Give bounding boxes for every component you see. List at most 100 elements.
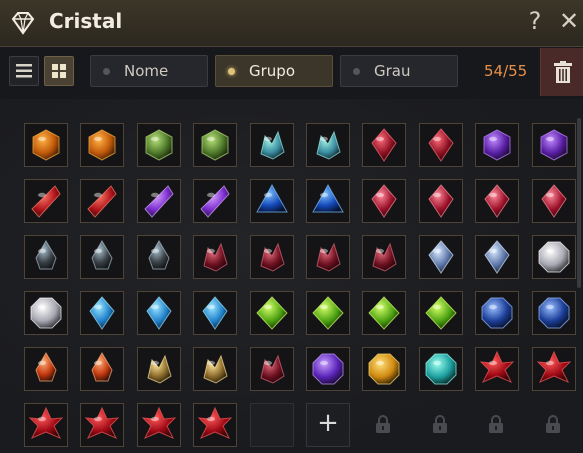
filter-label: Grupo <box>249 62 295 80</box>
gem-slot[interactable] <box>306 179 350 223</box>
gem-slot[interactable] <box>362 347 406 391</box>
gem-slot[interactable] <box>250 235 294 279</box>
list-icon <box>16 64 32 78</box>
crimson-flower-gem-icon <box>536 350 572 383</box>
gem-slot[interactable] <box>419 235 463 279</box>
gem-slot[interactable] <box>532 179 576 223</box>
filter-grau-button[interactable]: Grau <box>340 55 458 87</box>
list-view-button[interactable] <box>9 56 39 86</box>
gold-cluster-gem-icon <box>147 354 172 384</box>
gem-slot[interactable] <box>137 235 181 279</box>
radio-dot <box>103 68 110 75</box>
locked-slot <box>532 403 576 447</box>
gem-slot[interactable] <box>306 347 350 391</box>
gem-slot[interactable] <box>419 347 463 391</box>
grid-icon <box>52 64 66 78</box>
filter-label: Nome <box>124 62 169 80</box>
gem-slot[interactable] <box>532 347 576 391</box>
gem-slot[interactable] <box>419 123 463 167</box>
grid-view-button[interactable] <box>44 56 74 86</box>
gem-slot[interactable] <box>250 123 294 167</box>
gem-slot[interactable] <box>475 123 519 167</box>
gem-slot[interactable] <box>137 123 181 167</box>
filter-nome-button[interactable]: Nome <box>90 55 208 87</box>
plus-icon: + <box>317 408 339 438</box>
gem-slot[interactable] <box>362 123 406 167</box>
gem-slot[interactable] <box>362 179 406 223</box>
dark-gray-drop-gem-icon <box>148 240 170 270</box>
gem-slot[interactable] <box>24 123 68 167</box>
trash-button[interactable] <box>540 48 583 96</box>
toolbar: Nome Grupo Grau 54/55 <box>0 47 583 99</box>
help-button[interactable]: ? <box>524 7 546 37</box>
gem-slot[interactable] <box>193 291 237 335</box>
gem-slot[interactable] <box>24 235 68 279</box>
garnet-red-gem-icon <box>541 184 567 218</box>
lock-icon <box>489 415 503 433</box>
gem-slot[interactable] <box>137 291 181 335</box>
empty-slot[interactable] <box>250 403 294 447</box>
radio-dot <box>353 68 360 75</box>
gem-slot[interactable] <box>80 291 124 335</box>
gem-slot[interactable] <box>137 179 181 223</box>
violet-orb-gem-icon <box>312 353 344 385</box>
pale-blue-gem-icon <box>428 240 454 274</box>
gem-slot[interactable] <box>419 291 463 335</box>
gem-slot[interactable] <box>193 347 237 391</box>
gem-slot[interactable] <box>80 347 124 391</box>
amethyst-purple-gem-icon <box>540 129 568 161</box>
lock-icon <box>376 415 390 433</box>
gem-slot[interactable] <box>306 123 350 167</box>
inventory-grid: + <box>0 100 583 453</box>
trash-icon <box>553 61 572 83</box>
ruby-red-gem-icon <box>428 128 454 162</box>
dark-gray-drop-gem-icon <box>35 240 57 270</box>
gem-slot[interactable] <box>24 291 68 335</box>
garnet-red-gem-icon <box>428 184 454 218</box>
gem-slot[interactable] <box>193 403 237 447</box>
gem-slot[interactable] <box>250 347 294 391</box>
aqua-round-gem-icon <box>425 353 457 385</box>
close-button[interactable]: ✕ <box>556 7 582 37</box>
ruby-red-gem-icon <box>371 128 397 162</box>
add-slot-button[interactable]: + <box>306 403 350 447</box>
gem-slot[interactable] <box>532 235 576 279</box>
gem-slot[interactable] <box>80 179 124 223</box>
scrollbar[interactable] <box>577 118 581 288</box>
gem-slot[interactable] <box>193 123 237 167</box>
gem-slot[interactable] <box>475 179 519 223</box>
orange-drop-gem-icon <box>91 352 113 382</box>
gem-slot[interactable] <box>24 347 68 391</box>
gem-slot[interactable] <box>306 291 350 335</box>
gem-slot[interactable] <box>362 235 406 279</box>
gem-slot[interactable] <box>137 347 181 391</box>
gem-slot[interactable] <box>532 123 576 167</box>
gem-slot[interactable] <box>250 179 294 223</box>
gem-slot[interactable] <box>24 403 68 447</box>
sapphire-blue-gem-icon <box>256 183 288 213</box>
gem-slot[interactable] <box>475 347 519 391</box>
gem-slot[interactable] <box>80 123 124 167</box>
gem-slot[interactable] <box>193 235 237 279</box>
lime-green-gem-icon <box>425 296 457 330</box>
garnet-red-gem-icon <box>371 184 397 218</box>
violet-shard-gem-icon <box>144 185 174 218</box>
gem-slot[interactable] <box>362 291 406 335</box>
gem-slot[interactable] <box>532 291 576 335</box>
gem-slot[interactable] <box>24 179 68 223</box>
gem-slot[interactable] <box>475 291 519 335</box>
filter-grupo-button[interactable]: Grupo <box>215 55 333 87</box>
olive-green-gem-icon <box>145 129 173 161</box>
gem-slot[interactable] <box>419 179 463 223</box>
gem-slot[interactable] <box>193 179 237 223</box>
gold-cluster-gem-icon <box>203 354 228 384</box>
gem-slot[interactable] <box>250 291 294 335</box>
crimson-shard-gem-icon <box>31 185 61 218</box>
dark-gray-drop-gem-icon <box>91 240 113 270</box>
gem-slot[interactable] <box>137 403 181 447</box>
gem-slot[interactable] <box>80 403 124 447</box>
gem-slot[interactable] <box>475 235 519 279</box>
gem-slot[interactable] <box>306 235 350 279</box>
gem-slot[interactable] <box>80 235 124 279</box>
crimson-flower-gem-icon <box>141 406 177 439</box>
